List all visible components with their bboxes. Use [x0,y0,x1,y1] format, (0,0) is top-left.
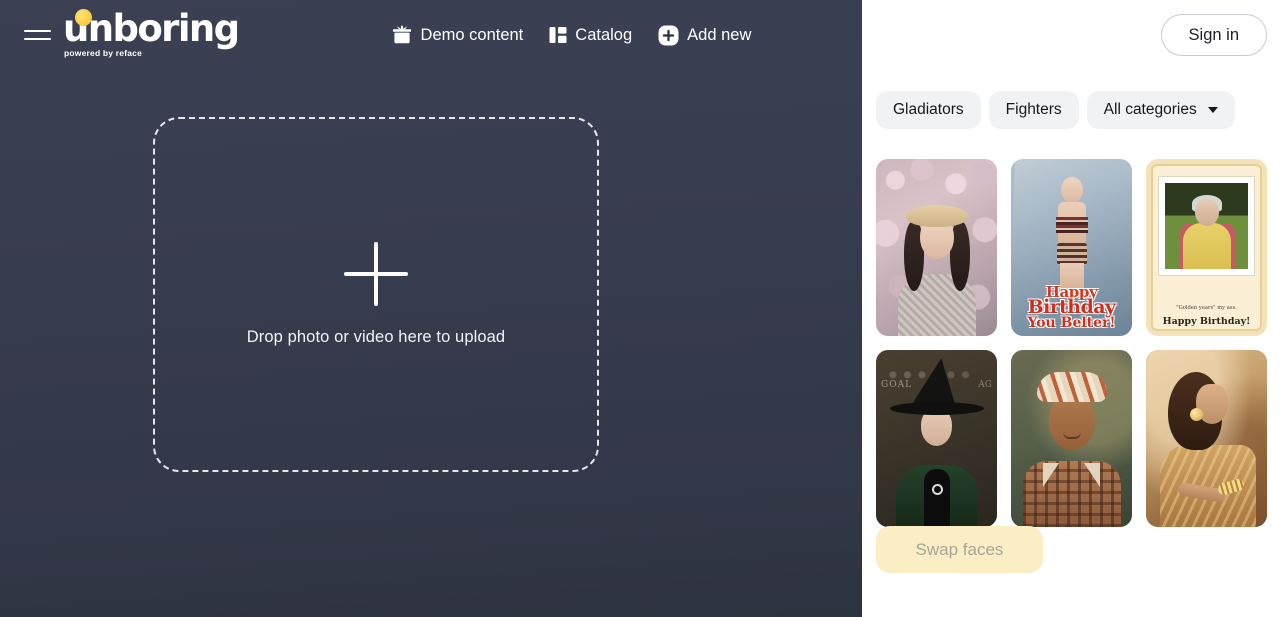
card-art [1037,372,1107,402]
card-chalk-text: GOAL [881,380,913,390]
card-art [1023,461,1121,527]
catalog-card[interactable] [1146,350,1267,527]
gift-icon [391,25,413,45]
card-art [890,402,984,415]
card-art [1190,408,1203,421]
chip-all-categories[interactable]: All categories [1086,91,1235,129]
nav-label: Add new [687,25,752,44]
swap-faces-container: Swap faces [876,526,1043,573]
dropzone-label: Drop photo or video here to upload [246,328,506,346]
hamburger-menu-icon[interactable] [24,25,51,45]
chevron-down-icon [1207,106,1218,113]
layout-grid-icon [549,26,567,44]
card-art [1084,463,1100,487]
nav-item-demo-content[interactable]: Demo content [391,25,524,45]
card-art [906,205,968,227]
chip-gladiators[interactable]: Gladiators [876,91,981,129]
plus-icon [344,242,408,306]
catalog-card[interactable]: GOAL AG [876,350,997,527]
card-art [1049,394,1095,450]
catalog-card[interactable]: "Golden years" my ass. Happy Birthday! [1146,159,1267,336]
card-art [924,469,950,527]
logo[interactable]: unboring powered by reface [63,9,240,58]
nav-label: Demo content [420,25,524,44]
catalog-pane: Sign in Gladiators Fighters All categori… [862,0,1280,617]
top-navigation: Demo content Catalog Add new [391,25,751,46]
category-filter-chips: Gladiators Fighters All categories [876,91,1235,129]
card-caption-large: Happy Birthday! [1162,316,1251,327]
nav-item-add-new[interactable]: Add new [658,25,751,46]
logo-dot-icon [75,9,92,26]
catalog-card[interactable] [876,159,997,336]
chip-fighters[interactable]: Fighters [988,91,1079,129]
card-art [1045,174,1099,297]
chip-label: Gladiators [893,101,964,118]
sign-in-button[interactable]: Sign in [1160,13,1267,57]
card-text-line: You Belter! [1027,314,1116,331]
hamburger-bar [24,30,51,32]
hamburger-bar [24,38,51,40]
card-caption-small: "Golden years" my ass. [1176,305,1237,311]
card-art [912,355,964,409]
card-art [932,484,943,495]
swap-faces-button[interactable]: Swap faces [876,526,1043,573]
editor-topbar: unboring powered by reface Demo content … [0,0,862,70]
signin-row: Sign in [862,0,1280,70]
chip-label: All categories [1103,101,1197,118]
chip-label: Fighters [1005,101,1062,118]
plus-circle-icon [658,25,679,46]
catalog-card[interactable] [1011,350,1132,527]
card-art [1159,177,1254,275]
catalog-card[interactable]: Happy Birthday You Belter! [1011,159,1132,336]
nav-item-catalog[interactable]: Catalog [549,26,632,45]
upload-dropzone[interactable]: Drop photo or video here to upload [153,117,599,472]
editor-pane: unboring powered by reface Demo content … [0,0,862,617]
app-root: unboring powered by reface Demo content … [0,0,1280,617]
card-chalk-text: AG [978,380,992,390]
card-overlay-text: Happy Birthday You Belter! [1011,284,1132,331]
card-art [1043,463,1059,487]
nav-label: Catalog [575,25,633,44]
catalog-card-grid: Happy Birthday You Belter! "Golden years… [876,159,1280,527]
